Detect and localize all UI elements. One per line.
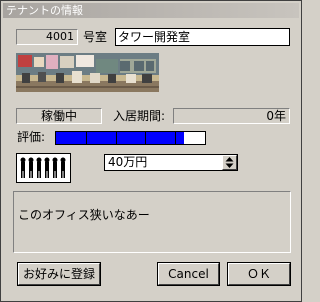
title-bar: テナントの情報 [3, 3, 299, 18]
tenant-info-dialog: テナントの情報 4001 号室 タワー開発室 稼働中 入居期間: 0年 評価: … [0, 0, 302, 302]
tenant-name-input[interactable]: タワー開発室 [115, 28, 290, 46]
tenant-comment-box: このオフィス狭いなあー [13, 191, 291, 253]
rating-bar-fill [56, 132, 185, 144]
add-favorite-button[interactable]: お好みに登録 [17, 262, 101, 286]
room-number-field: 4001 [16, 29, 78, 45]
add-favorite-label: お好みに登録 [22, 267, 95, 281]
ok-button[interactable]: ＯＫ [227, 262, 291, 286]
tenant-comment: このオフィス狭いなあー [18, 208, 150, 222]
tenant-status-field: 稼働中 [16, 108, 102, 124]
tenure-value: 0年 [266, 109, 286, 123]
rating-bar [55, 131, 206, 145]
tenant-name-value: タワー開発室 [118, 30, 191, 44]
people-icon [20, 157, 66, 178]
rating-bar-tick [115, 132, 117, 144]
rating-label: 評価: [17, 130, 46, 144]
tenure-field: 0年 [173, 108, 290, 124]
window-title: テナントの情報 [6, 4, 83, 17]
updown-arrows-icon [225, 157, 234, 168]
ok-label: ＯＫ [246, 267, 271, 281]
cancel-button[interactable]: Cancel [157, 262, 220, 286]
rent-select[interactable]: 40万円 [104, 154, 238, 171]
rating-bar-tick [85, 132, 87, 144]
rating-bar-tick [175, 132, 177, 144]
rent-select-spinner[interactable] [222, 155, 237, 170]
cancel-label: Cancel [168, 267, 209, 281]
tenant-type-icon-box [16, 153, 71, 183]
office-scene-image [16, 53, 159, 92]
rating-bar-tick [145, 132, 147, 144]
room-number-suffix: 号室 [83, 30, 108, 44]
room-number: 4001 [46, 30, 74, 43]
office-picture [16, 53, 159, 92]
tenant-status: 稼働中 [40, 109, 77, 123]
tenure-label: 入居期間: [113, 109, 166, 123]
rent-select-value: 40万円 [108, 155, 148, 169]
